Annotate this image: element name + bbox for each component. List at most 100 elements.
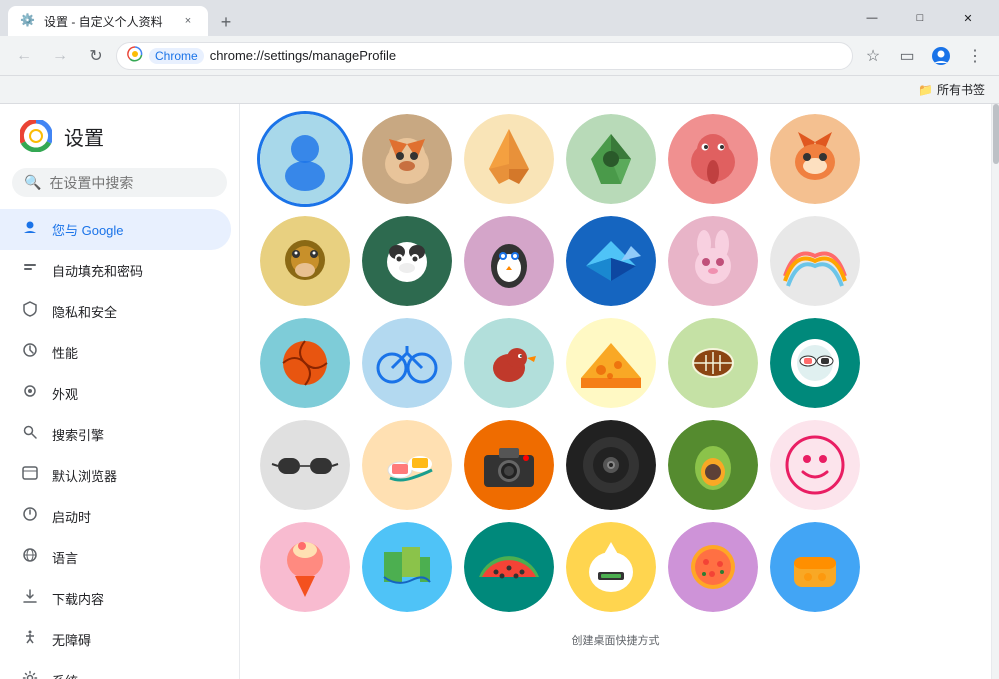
avatar-item-23[interactable] bbox=[770, 420, 860, 510]
avatar-item-7[interactable] bbox=[362, 216, 452, 306]
sidebar-item-startup[interactable]: 启动时 bbox=[0, 496, 231, 537]
avatar-item-3[interactable] bbox=[566, 114, 656, 204]
bottom-text: 创建桌面快捷方式 bbox=[240, 622, 991, 658]
profile-button[interactable] bbox=[925, 40, 957, 72]
sidebar-item-browser[interactable]: 默认浏览器 bbox=[0, 455, 231, 496]
forward-button[interactable]: → bbox=[44, 40, 76, 72]
sidebar-label-startup: 启动时 bbox=[52, 507, 91, 526]
chrome-logo bbox=[20, 120, 52, 152]
avatar-item-26[interactable] bbox=[464, 522, 554, 612]
sidebar-item-autofill[interactable]: 自动填充和密码 bbox=[0, 250, 231, 291]
new-tab-button[interactable]: + bbox=[212, 8, 240, 36]
tab-favicon: ⚙️ bbox=[20, 13, 36, 29]
more-button[interactable]: ⋮ bbox=[959, 40, 991, 72]
sidebar-label-autofill: 自动填充和密码 bbox=[52, 261, 143, 280]
browser-icon bbox=[20, 465, 40, 486]
search-icon bbox=[20, 424, 40, 445]
avatar-item-1[interactable] bbox=[362, 114, 452, 204]
sidebar-label-performance: 性能 bbox=[52, 343, 78, 362]
avatar-grid bbox=[240, 104, 991, 622]
privacy-icon bbox=[20, 301, 40, 322]
right-scrollbar[interactable] bbox=[991, 104, 999, 679]
avatar-item-19[interactable] bbox=[362, 420, 452, 510]
avatar-item-6[interactable] bbox=[260, 216, 350, 306]
search-bar[interactable]: 🔍 bbox=[12, 168, 227, 197]
sidebar-item-accessibility[interactable]: 无障碍 bbox=[0, 619, 231, 660]
minimize-button[interactable]: — bbox=[849, 2, 895, 34]
avatar-item-29[interactable] bbox=[770, 522, 860, 612]
avatar-item-2[interactable] bbox=[464, 114, 554, 204]
sidebar-item-system[interactable]: 系统 bbox=[0, 660, 231, 679]
avatar-item-8[interactable] bbox=[464, 216, 554, 306]
sidebar-label-accessibility: 无障碍 bbox=[52, 630, 91, 649]
sidebar-item-google[interactable]: 您与 Google bbox=[0, 209, 231, 250]
nav-bar: ← → ↻ Chrome chrome://settings/managePro… bbox=[0, 36, 999, 76]
refresh-button[interactable]: ↻ bbox=[80, 40, 112, 72]
chrome-badge: Chrome bbox=[149, 48, 204, 64]
main-content: 设置 🔍 您与 Google 自动填充和密码 隐私和安全 性能 外观 搜索引擎 … bbox=[0, 104, 999, 679]
content-area[interactable]: 创建桌面快捷方式 bbox=[240, 104, 991, 679]
sidebar-label-google: 您与 Google bbox=[52, 220, 124, 239]
address-bar[interactable]: Chrome chrome://settings/manageProfile bbox=[116, 42, 853, 70]
all-bookmarks[interactable]: 📁 所有书签 bbox=[912, 79, 991, 100]
google-icon bbox=[20, 219, 40, 240]
sidebar-label-search: 搜索引擎 bbox=[52, 425, 104, 444]
sidebar-item-appearance[interactable]: 外观 bbox=[0, 373, 231, 414]
nav-actions: ☆ ▭ ⋮ bbox=[857, 40, 991, 72]
tab-bar: ⚙️ 设置 - 自定义个人资料 × + bbox=[8, 0, 849, 36]
language-icon bbox=[20, 547, 40, 568]
scrollbar-thumb[interactable] bbox=[993, 104, 999, 164]
bookmark-button[interactable]: ☆ bbox=[857, 40, 889, 72]
sidebar-label-browser: 默认浏览器 bbox=[52, 466, 117, 485]
avatar-item-11[interactable] bbox=[770, 216, 860, 306]
avatar-item-16[interactable] bbox=[668, 318, 758, 408]
sidebar-item-privacy[interactable]: 隐私和安全 bbox=[0, 291, 231, 332]
startup-icon bbox=[20, 506, 40, 527]
avatar-item-10[interactable] bbox=[668, 216, 758, 306]
sidebar-item-search[interactable]: 搜索引擎 bbox=[0, 414, 231, 455]
close-button[interactable]: ✕ bbox=[945, 2, 991, 34]
system-icon bbox=[20, 670, 40, 679]
avatar-item-14[interactable] bbox=[464, 318, 554, 408]
avatar-item-15[interactable] bbox=[566, 318, 656, 408]
sidebar-item-performance[interactable]: 性能 bbox=[0, 332, 231, 373]
avatar-item-13[interactable] bbox=[362, 318, 452, 408]
title-bar: ⚙️ 设置 - 自定义个人资料 × + — □ ✕ bbox=[0, 0, 999, 36]
bookmarks-label: 所有书签 bbox=[937, 81, 985, 98]
sidebar: 设置 🔍 您与 Google 自动填充和密码 隐私和安全 性能 外观 搜索引擎 … bbox=[0, 104, 240, 679]
performance-icon bbox=[20, 342, 40, 363]
nav-items: 您与 Google 自动填充和密码 隐私和安全 性能 外观 搜索引擎 默认浏览器… bbox=[0, 209, 239, 679]
sidebar-item-language[interactable]: 语言 bbox=[0, 537, 231, 578]
avatar-item-18[interactable] bbox=[260, 420, 350, 510]
address-text: chrome://settings/manageProfile bbox=[210, 48, 842, 63]
search-icon: 🔍 bbox=[24, 174, 41, 191]
accessibility-icon bbox=[20, 629, 40, 650]
window-controls: — □ ✕ bbox=[849, 2, 991, 34]
active-tab: ⚙️ 设置 - 自定义个人资料 × bbox=[8, 6, 208, 36]
avatar-item-25[interactable] bbox=[362, 522, 452, 612]
tab-title: 设置 - 自定义个人资料 bbox=[44, 13, 172, 30]
avatar-item-17[interactable] bbox=[770, 318, 860, 408]
settings-title: 设置 bbox=[64, 122, 104, 151]
maximize-button[interactable]: □ bbox=[897, 2, 943, 34]
reading-mode-button[interactable]: ▭ bbox=[891, 40, 923, 72]
appearance-icon bbox=[20, 383, 40, 404]
avatar-item-22[interactable] bbox=[668, 420, 758, 510]
bookmarks-bar: 📁 所有书签 bbox=[0, 76, 999, 104]
avatar-item-12[interactable] bbox=[260, 318, 350, 408]
avatar-item-9[interactable] bbox=[566, 216, 656, 306]
avatar-item-0[interactable] bbox=[260, 114, 350, 204]
tab-close-button[interactable]: × bbox=[180, 13, 196, 29]
avatar-item-24[interactable] bbox=[260, 522, 350, 612]
avatar-item-21[interactable] bbox=[566, 420, 656, 510]
avatar-item-27[interactable] bbox=[566, 522, 656, 612]
back-button[interactable]: ← bbox=[8, 40, 40, 72]
avatar-item-20[interactable] bbox=[464, 420, 554, 510]
avatar-item-4[interactable] bbox=[668, 114, 758, 204]
search-input[interactable] bbox=[49, 175, 230, 191]
avatar-item-5[interactable] bbox=[770, 114, 860, 204]
avatar-item-28[interactable] bbox=[668, 522, 758, 612]
sidebar-item-downloads[interactable]: 下载内容 bbox=[0, 578, 231, 619]
folder-icon: 📁 bbox=[918, 83, 933, 97]
sidebar-label-downloads: 下载内容 bbox=[52, 589, 104, 608]
